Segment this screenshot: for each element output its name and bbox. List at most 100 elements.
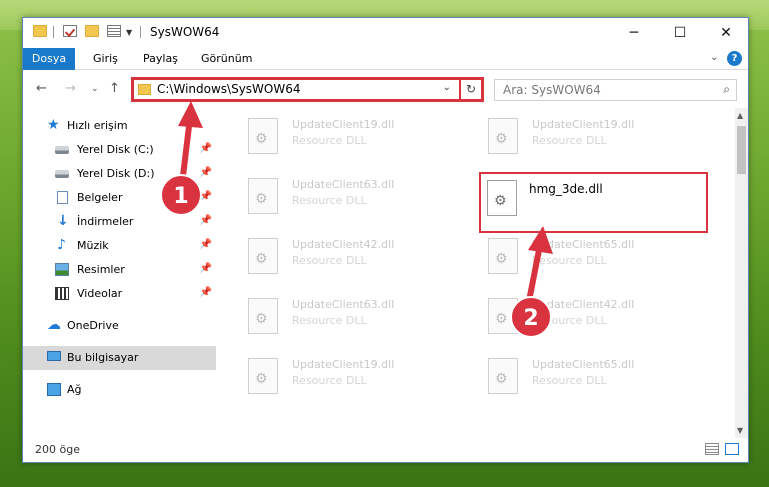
address-row: ← → ⌄ ↑ C:\Windows\SysWOW64 ⌄ ↻ Ara: Sys… xyxy=(23,71,748,106)
file-name: UpdateClient65.dll xyxy=(532,358,635,371)
pin-icon[interactable]: 📌 xyxy=(200,215,212,226)
customize-icon[interactable] xyxy=(107,25,121,37)
music-icon: ♪ xyxy=(57,237,66,253)
dll-file-icon xyxy=(248,298,278,334)
sidebar-item-downloads[interactable]: ↓ İndirmeler 📌 xyxy=(23,210,216,234)
file-type: Resource DLL xyxy=(292,194,367,207)
tab-share[interactable]: Paylaş xyxy=(131,48,190,70)
search-input[interactable]: Ara: SysWOW64 ⌕ xyxy=(494,79,737,101)
sidebar-item-label: Videolar xyxy=(77,287,123,300)
dll-file-icon xyxy=(488,298,518,334)
details-view-icon[interactable] xyxy=(705,443,719,455)
disk-icon xyxy=(55,170,69,178)
sidebar-item-quick-access[interactable]: ★ Hızlı erişim xyxy=(23,114,216,138)
file-type: Resource DLL xyxy=(532,254,607,267)
refresh-button[interactable]: ↻ xyxy=(459,77,484,102)
navigation-pane: ★ Hızlı erişim Yerel Disk (C:) 📌 Yerel D… xyxy=(23,108,216,438)
pin-icon[interactable]: 📌 xyxy=(200,167,212,178)
properties-check-icon[interactable] xyxy=(63,25,77,37)
sidebar-item-pictures[interactable]: Resimler 📌 xyxy=(23,258,216,282)
new-folder-icon[interactable] xyxy=(85,25,99,37)
file-name: UpdateClient19.dll xyxy=(292,118,395,131)
tab-view[interactable]: Görünüm xyxy=(189,48,264,70)
scroll-down-arrow-icon[interactable]: ▼ xyxy=(737,426,743,435)
sidebar-item-music[interactable]: ♪ Müzik 📌 xyxy=(23,234,216,258)
status-bar: 200 öge xyxy=(23,438,748,462)
file-item[interactable]: UpdateClient19.dll Resource DLL xyxy=(238,352,473,402)
file-type: Resource DLL xyxy=(292,374,367,387)
computer-icon xyxy=(47,351,61,361)
file-item[interactable]: UpdateClient65.dll Resource DLL xyxy=(478,232,713,282)
sidebar-item-documents[interactable]: Belgeler 📌 xyxy=(23,186,216,210)
cloud-icon: ☁ xyxy=(47,317,61,333)
chevron-down-icon[interactable]: ⌄ xyxy=(710,52,718,63)
sidebar-item-local-disk-c[interactable]: Yerel Disk (C:) 📌 xyxy=(23,138,216,162)
tab-home[interactable]: Giriş xyxy=(81,48,130,70)
file-item[interactable]: UpdateClient19.dll Resource DLL xyxy=(238,112,473,162)
back-button[interactable]: ← xyxy=(36,81,47,96)
sidebar-item-this-pc[interactable]: Bu bilgisayar xyxy=(23,346,216,370)
file-name: UpdateClient63.dll xyxy=(292,178,395,191)
dll-file-icon xyxy=(248,118,278,154)
scroll-up-arrow-icon[interactable]: ▲ xyxy=(737,111,743,120)
sidebar-item-network[interactable]: Ağ xyxy=(23,378,216,402)
chevron-down-icon[interactable]: ▼ xyxy=(126,28,132,37)
minimize-button[interactable]: ─ xyxy=(611,18,657,48)
scrollbar-thumb[interactable] xyxy=(737,126,746,174)
file-name: UpdateClient42.dll xyxy=(292,238,395,251)
tab-file[interactable]: Dosya xyxy=(23,48,75,70)
file-type: Resource DLL xyxy=(292,314,367,327)
sidebar-item-onedrive[interactable]: ☁ OneDrive xyxy=(23,314,216,338)
download-icon: ↓ xyxy=(57,213,69,229)
sidebar-item-local-disk-d[interactable]: Yerel Disk (D:) 📌 xyxy=(23,162,216,186)
file-item[interactable]: UpdateClient19.dll Resource DLL xyxy=(478,112,713,162)
sidebar-item-label: Yerel Disk (D:) xyxy=(77,167,155,180)
file-item[interactable]: UpdateClient42.dll Resource DLL xyxy=(478,292,713,342)
sidebar-item-label: Bu bilgisayar xyxy=(67,351,139,364)
help-icon[interactable]: ? xyxy=(727,51,742,66)
folder-icon xyxy=(33,25,47,37)
window-title: SysWOW64 xyxy=(150,25,220,39)
file-item[interactable]: UpdateClient63.dll Resource DLL xyxy=(238,292,473,342)
sidebar-item-label: İndirmeler xyxy=(77,215,134,228)
vertical-scrollbar[interactable]: ▲ ▼ xyxy=(735,108,748,438)
divider xyxy=(140,26,141,38)
pin-icon[interactable]: 📌 xyxy=(200,191,212,202)
tiles-view-icon[interactable] xyxy=(725,443,739,455)
pin-icon[interactable]: 📌 xyxy=(200,287,212,298)
address-path[interactable]: C:\Windows\SysWOW64 xyxy=(157,82,301,96)
sidebar-item-label: Ağ xyxy=(67,383,82,396)
recent-locations-button[interactable]: ⌄ xyxy=(91,84,99,94)
file-name: UpdateClient19.dll xyxy=(292,358,395,371)
pin-icon[interactable]: 📌 xyxy=(200,143,212,154)
up-button[interactable]: ↑ xyxy=(109,81,120,96)
title-bar: ▼ SysWOW64 ─ ☐ ✕ xyxy=(23,18,748,48)
pin-icon[interactable]: 📌 xyxy=(200,263,212,274)
file-item[interactable]: UpdateClient42.dll Resource DLL xyxy=(238,232,473,282)
dll-file-icon xyxy=(248,358,278,394)
maximize-button[interactable]: ☐ xyxy=(657,18,703,48)
file-type: Resource DLL xyxy=(532,134,607,147)
search-icon[interactable]: ⌕ xyxy=(723,82,730,97)
sidebar-item-label: Müzik xyxy=(77,239,109,252)
network-icon xyxy=(47,383,61,396)
file-item-hmg-3de[interactable]: hmg_3de.dll xyxy=(479,172,708,233)
file-type: Resource DLL xyxy=(532,314,607,327)
divider xyxy=(53,26,54,38)
dll-file-icon xyxy=(488,358,518,394)
dll-file-icon xyxy=(488,118,518,154)
chevron-down-icon[interactable]: ⌄ xyxy=(443,82,451,93)
pin-icon[interactable]: 📌 xyxy=(200,239,212,250)
close-button[interactable]: ✕ xyxy=(703,18,749,48)
forward-button[interactable]: → xyxy=(65,81,76,96)
videos-icon xyxy=(55,287,69,300)
star-icon: ★ xyxy=(47,117,60,133)
file-item[interactable]: UpdateClient65.dll Resource DLL xyxy=(478,352,713,402)
address-bar[interactable]: C:\Windows\SysWOW64 ⌄ xyxy=(131,77,484,102)
ribbon-tabs: Dosya Giriş Paylaş Görünüm ⌄ ? xyxy=(23,48,748,70)
sidebar-item-label: Belgeler xyxy=(77,191,123,204)
sidebar-item-videos[interactable]: Videolar 📌 xyxy=(23,282,216,306)
sidebar-item-label: OneDrive xyxy=(67,319,119,332)
sidebar-item-label: Hızlı erişim xyxy=(67,119,128,132)
file-item[interactable]: UpdateClient63.dll Resource DLL xyxy=(238,172,473,222)
